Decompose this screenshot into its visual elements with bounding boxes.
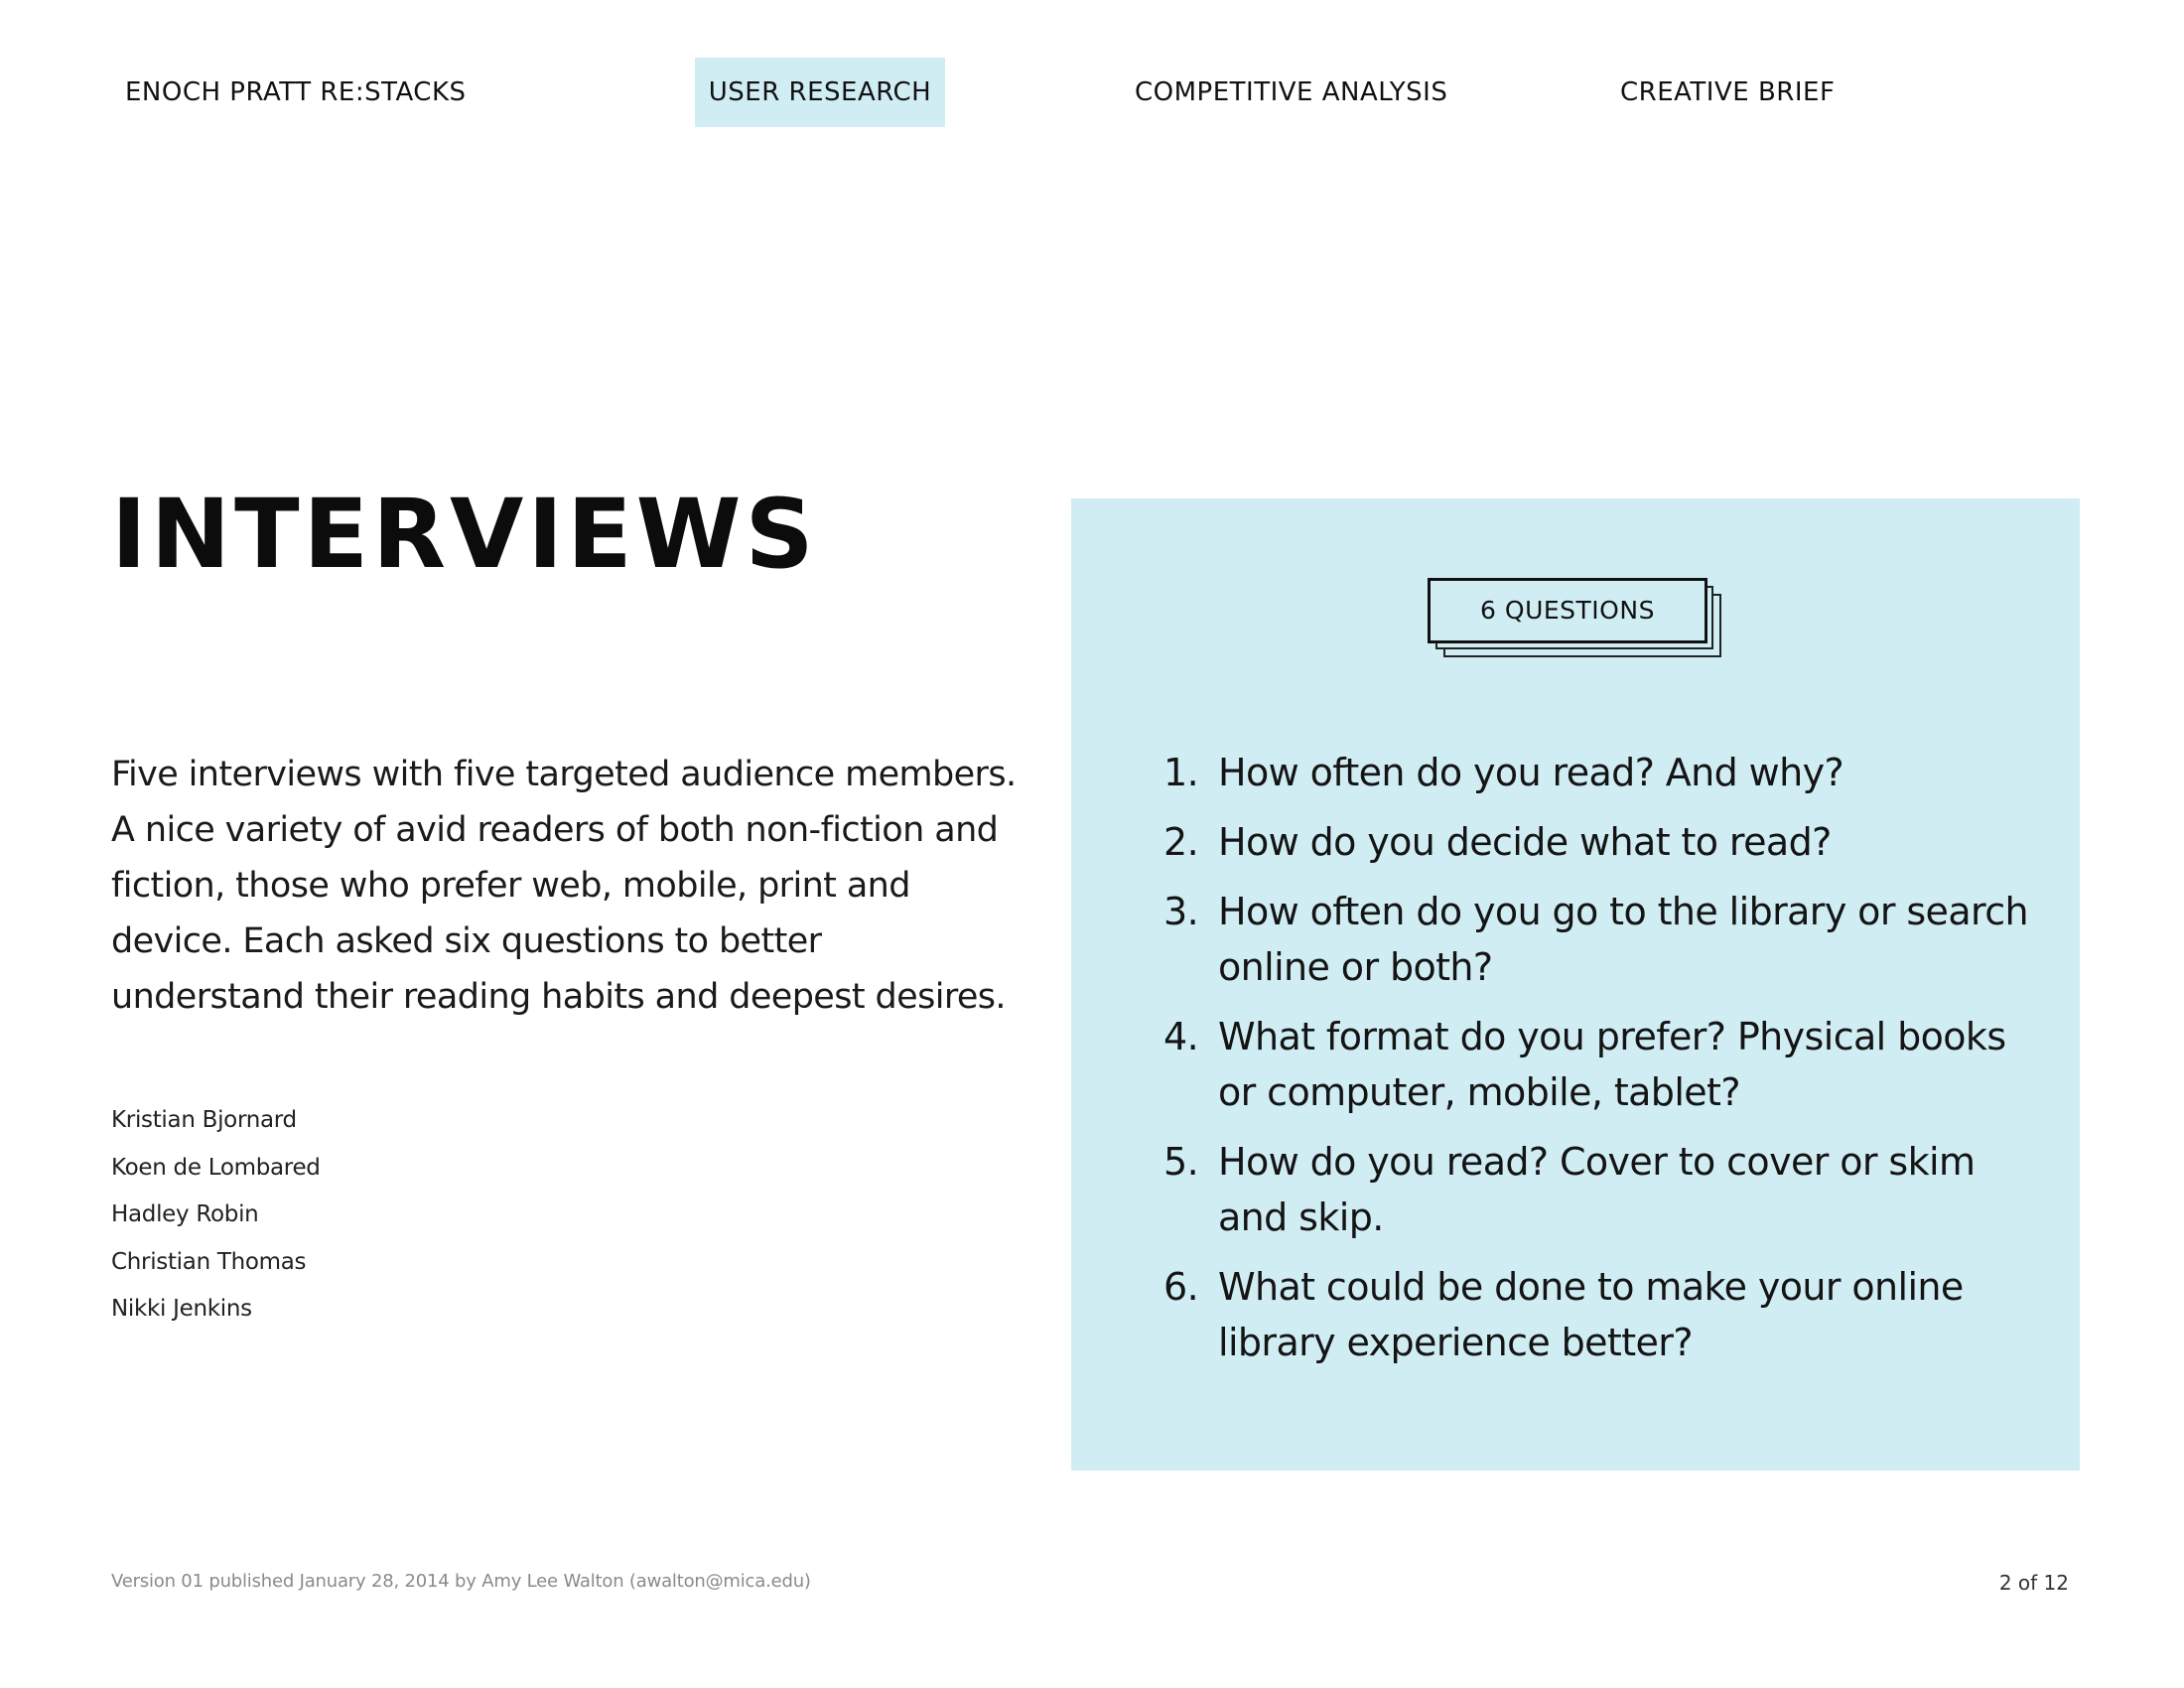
question-item: 3. How often do you go to the library or…	[1163, 884, 2037, 995]
question-number: 3.	[1163, 890, 1199, 933]
question-number: 2.	[1163, 820, 1199, 864]
page-title: INTERVIEWS	[111, 479, 818, 590]
interviewee-list: Kristian Bjornard Koen de Lombared Hadle…	[111, 1097, 321, 1334]
question-text: How do you read? Cover to cover or skim …	[1218, 1140, 1976, 1239]
question-item: 4. What format do you prefer? Physical b…	[1163, 1009, 2037, 1120]
nav-tab-creative-brief[interactable]: CREATIVE BRIEF	[1620, 58, 1835, 127]
interviewee-name: Koen de Lombared	[111, 1154, 321, 1181]
question-item: 6. What could be done to make your onlin…	[1163, 1259, 2037, 1370]
question-number: 4.	[1163, 1015, 1199, 1058]
questions-badge: 6 QUESTIONS	[1428, 578, 1725, 657]
questions-list: 1. How often do you read? And why? 2. Ho…	[1163, 745, 2037, 1384]
question-text: What format do you prefer? Physical book…	[1218, 1015, 2006, 1114]
interviewee-name: Nikki Jenkins	[111, 1296, 252, 1322]
question-text: How often do you go to the library or se…	[1218, 890, 2029, 989]
nav-tab-user-research[interactable]: USER RESEARCH	[695, 58, 945, 127]
question-text: How often do you read? And why?	[1218, 751, 1844, 794]
intro-paragraph: Five interviews with five targeted audie…	[111, 755, 1017, 1017]
question-item: 1. How often do you read? And why?	[1163, 745, 2037, 800]
nav-tab-competitive-analysis[interactable]: COMPETITIVE ANALYSIS	[1135, 58, 1447, 127]
question-text: What could be done to make your online l…	[1218, 1265, 1964, 1364]
page-count: 2 of 12	[1998, 1571, 2069, 1595]
interviewee-name: Hadley Robin	[111, 1201, 259, 1227]
question-number: 1.	[1163, 751, 1199, 794]
questions-badge-label: 6 QUESTIONS	[1428, 578, 1707, 643]
question-item: 2. How do you decide what to read?	[1163, 814, 2037, 870]
question-item: 5. How do you read? Cover to cover or sk…	[1163, 1134, 2037, 1245]
interviewee-name: Kristian Bjornard	[111, 1107, 297, 1133]
footer-version-info: Version 01 published January 28, 2014 by…	[111, 1571, 811, 1592]
question-number: 5.	[1163, 1140, 1199, 1184]
questions-panel: 6 QUESTIONS 1. How often do you read? An…	[1071, 498, 2080, 1471]
nav-brand[interactable]: ENOCH PRATT RE:STACKS	[125, 58, 467, 127]
question-text: How do you decide what to read?	[1218, 820, 1832, 864]
interviewee-name: Christian Thomas	[111, 1248, 307, 1275]
question-number: 6.	[1163, 1265, 1199, 1309]
